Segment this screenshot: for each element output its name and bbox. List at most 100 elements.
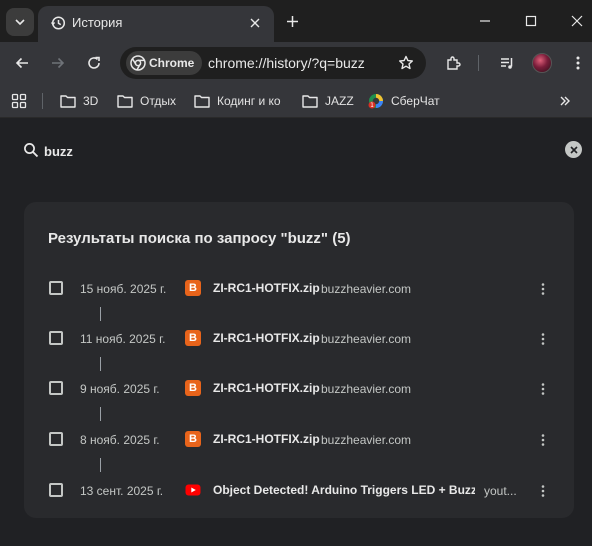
bookmark-folder-coding[interactable]: Кодинг и ко (194, 92, 281, 110)
media-controls-button[interactable] (496, 52, 518, 74)
toolbar-divider (478, 55, 479, 71)
puzzle-icon (447, 56, 461, 70)
menu-button[interactable] (567, 52, 589, 74)
buzzheavier-icon: B (185, 431, 201, 447)
bookmark-folder-otdyh[interactable]: Отдых (117, 92, 176, 110)
history-row[interactable]: 9 нояб. 2025 г. B ZI-RC1-HOTFIX.zip buzz… (24, 374, 574, 404)
page-title-link[interactable]: ZI-RC1-HOTFIX.zip (213, 432, 320, 446)
sberchat-icon: 1 (368, 94, 383, 109)
bookmark-star-button[interactable] (396, 53, 416, 73)
back-button[interactable] (11, 52, 33, 74)
visit-date: 8 нояб. 2025 г. (80, 433, 160, 447)
row-checkbox[interactable] (49, 381, 63, 395)
profile-avatar[interactable] (532, 53, 552, 73)
close-window-button[interactable] (566, 10, 588, 32)
history-search-bar (0, 119, 592, 179)
bookmarks-overflow-button[interactable] (556, 92, 574, 110)
folder-icon (302, 95, 318, 108)
extensions-button[interactable] (442, 52, 464, 74)
site-info-chip[interactable]: Chrome (126, 51, 202, 75)
buzzheavier-icon: B (185, 330, 201, 346)
bookmark-sberchat[interactable]: 1 СберЧат (368, 92, 440, 110)
folder-icon (60, 95, 76, 108)
address-bar[interactable]: Chrome chrome://history/?q=buzz (120, 47, 426, 79)
row-connector (100, 458, 101, 472)
bookmark-label: 3D (83, 94, 99, 108)
arrow-right-icon (52, 57, 65, 69)
bookmark-folder-jazz[interactable]: JAZZ (302, 92, 354, 110)
row-connector (100, 407, 101, 421)
double-chevron-right-icon (560, 96, 570, 106)
visit-date: 9 нояб. 2025 г. (80, 382, 160, 396)
bookmarks-bar: 3D Отдых Кодинг и ко JAZZ 1 СберЧат (0, 84, 592, 118)
new-tab-button[interactable] (282, 11, 302, 31)
more-vertical-icon (541, 434, 545, 446)
more-vertical-icon (541, 383, 545, 395)
row-checkbox[interactable] (49, 483, 63, 497)
history-row[interactable]: 8 нояб. 2025 г. B ZI-RC1-HOTFIX.zip buzz… (24, 425, 574, 455)
url-text[interactable]: chrome://history/?q=buzz (208, 55, 365, 71)
page-domain: yout... (484, 484, 517, 498)
page-domain: buzzheavier.com (321, 282, 412, 296)
visit-date: 13 сент. 2025 г. (80, 484, 164, 498)
youtube-icon (185, 482, 201, 498)
maximize-button[interactable] (520, 10, 542, 32)
bookmarks-separator (42, 93, 43, 109)
search-results-card: Результаты поиска по запросу "buzz" (5) … (24, 202, 574, 518)
bookmark-folder-3d[interactable]: 3D (60, 92, 98, 110)
bookmark-label: JAZZ (325, 94, 354, 108)
row-checkbox[interactable] (49, 432, 63, 446)
star-icon (399, 55, 413, 70)
tab-strip: История (0, 0, 592, 42)
more-vertical-icon (541, 333, 545, 345)
close-icon (250, 18, 260, 28)
page-title-link[interactable]: ZI-RC1-HOTFIX.zip (213, 381, 320, 395)
reload-button[interactable] (83, 52, 105, 74)
history-icon (50, 16, 66, 30)
clear-search-button[interactable] (565, 141, 582, 158)
page-domain: buzzheavier.com (321, 382, 412, 396)
youtube-icon (185, 484, 201, 496)
page-title-link[interactable]: ZI-RC1-HOTFIX.zip (213, 281, 320, 295)
search-icon (24, 143, 39, 158)
minimize-icon (480, 20, 490, 22)
music-queue-icon (501, 58, 513, 69)
minimize-button[interactable] (474, 10, 496, 32)
row-menu-button[interactable] (534, 279, 552, 299)
tab-search-button[interactable] (6, 8, 34, 36)
more-vertical-icon (541, 283, 545, 295)
bookmark-label: СберЧат (391, 94, 440, 108)
apps-grid-icon[interactable] (11, 93, 27, 109)
arrow-left-icon (15, 57, 28, 69)
row-menu-button[interactable] (534, 329, 552, 349)
page-title-link[interactable]: ZI-RC1-HOTFIX.zip (213, 331, 320, 345)
page-domain: buzzheavier.com (321, 332, 412, 346)
tab-close-button[interactable] (246, 14, 264, 32)
buzzheavier-icon: B (185, 380, 201, 396)
search-input[interactable] (44, 140, 524, 162)
chip-label: Chrome (149, 56, 195, 70)
active-tab[interactable]: История (38, 6, 274, 42)
history-row[interactable]: 11 нояб. 2025 г. B ZI-RC1-HOTFIX.zip buz… (24, 324, 574, 354)
results-title: Результаты поиска по запросу "buzz" (5) (48, 230, 351, 247)
history-page: Результаты поиска по запросу "buzz" (5) … (0, 119, 592, 546)
row-checkbox[interactable] (49, 281, 63, 295)
close-icon (569, 145, 578, 154)
row-menu-button[interactable] (534, 379, 552, 399)
folder-icon (117, 95, 133, 108)
buzzheavier-icon: B (185, 280, 201, 296)
plus-icon (286, 15, 298, 27)
visit-date: 11 нояб. 2025 г. (80, 332, 166, 346)
row-checkbox[interactable] (49, 331, 63, 345)
toolbar: Chrome chrome://history/?q=buzz (0, 42, 592, 84)
page-domain: buzzheavier.com (321, 433, 412, 447)
row-menu-button[interactable] (534, 430, 552, 450)
history-row[interactable]: 15 нояб. 2025 г. B ZI-RC1-HOTFIX.zip buz… (24, 274, 574, 304)
forward-button[interactable] (47, 52, 69, 74)
bookmark-label: Кодинг и ко (217, 94, 281, 108)
history-row[interactable]: 13 сент. 2025 г. Object Detected! Arduin… (24, 476, 574, 506)
chrome-icon (130, 55, 146, 71)
page-title-link[interactable]: Object Detected! Arduino Triggers LED + … (213, 483, 475, 497)
maximize-icon (525, 15, 537, 27)
row-menu-button[interactable] (534, 481, 552, 501)
